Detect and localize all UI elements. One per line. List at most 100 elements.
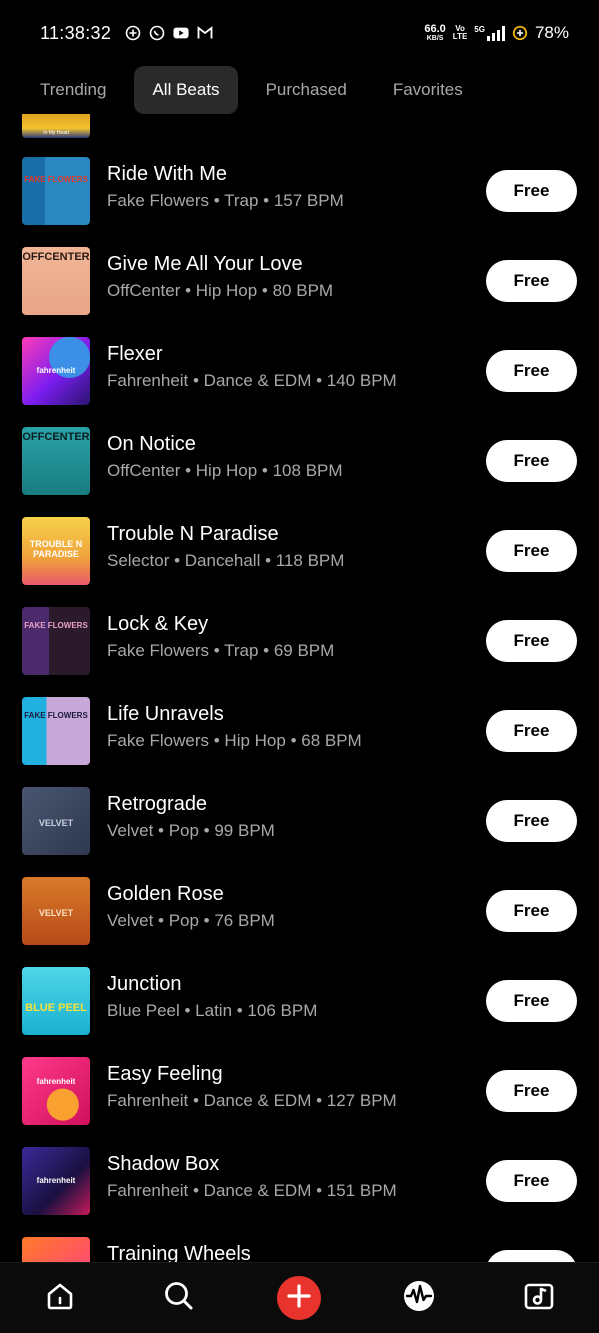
- free-button[interactable]: Free: [486, 1070, 577, 1112]
- beat-info: Easy Feeling Fahrenheit • Dance & EDM • 1…: [107, 1061, 397, 1113]
- beat-info: On Notice OffCenter • Hip Hop • 108 BPM: [107, 431, 343, 483]
- cover-art-label: VELVET: [38, 907, 74, 918]
- beat-row[interactable]: Training Wheels Free: [0, 1226, 599, 1262]
- free-button[interactable]: Free: [486, 890, 577, 932]
- beat-row[interactable]: fahrenheit Easy Feeling Fahrenheit • Dance…: [0, 1046, 599, 1136]
- volte-bottom: LTE: [452, 32, 468, 41]
- beat-subtitle: Selector • Dancehall • 118 BPM: [107, 551, 345, 570]
- whatsapp-icon: [149, 25, 165, 41]
- status-bar: 11:38:32 66.0 KB/S Vo LTE 5G 78%: [0, 0, 599, 66]
- beat-row[interactable]: FAKE FLOWERS Ride With Me Fake Flowers • T…: [0, 146, 599, 236]
- cover-art-label: FAKE FLOWERS: [24, 620, 88, 630]
- free-button[interactable]: Free: [486, 440, 577, 482]
- beat-title: Shadow Box: [107, 1153, 220, 1175]
- beat-info: Golden Rose Velvet • Pop • 76 BPM: [107, 881, 275, 933]
- beat-title: Retrograde: [107, 793, 208, 815]
- beat-info: Lock & Key Fake Flowers • Trap • 69 BPM: [107, 611, 334, 663]
- net-speed-value: 66.0: [424, 22, 446, 35]
- beat-row[interactable]: fahrenheit Shadow Box Fahrenheit • Dance &…: [0, 1136, 599, 1226]
- beat-cover-art[interactable]: fahrenheit: [22, 1147, 90, 1215]
- beat-subtitle: Fake Flowers • Hip Hop • 68 BPM: [107, 731, 362, 750]
- youtube-icon: [173, 25, 189, 41]
- beat-title: Flexer: [107, 343, 163, 365]
- cover-art-label: fahrenheit: [36, 365, 76, 375]
- beat-cover-art[interactable]: VELVET: [22, 787, 90, 855]
- beat-cover-art[interactable]: fahrenheit: [22, 337, 90, 405]
- free-button[interactable]: Free: [486, 260, 577, 302]
- beat-info: Shadow Box Fahrenheit • Dance & EDM • 151…: [107, 1151, 397, 1203]
- free-button[interactable]: Free: [486, 1250, 577, 1262]
- notification-icons: [125, 25, 213, 41]
- beat-subtitle: Fahrenheit • Dance & EDM • 140 BPM: [107, 371, 397, 390]
- beat-row[interactable]: OFFCENTER Give Me All Your Love OffCenter …: [0, 236, 599, 326]
- beat-title: Give Me All Your Love: [107, 253, 303, 275]
- beat-row[interactable]: fahrenheit Flexer Fahrenheit • Dance & EDM…: [0, 326, 599, 416]
- free-button[interactable]: Free: [486, 800, 577, 842]
- beat-subtitle: Blue Peel • Latin • 106 BPM: [107, 1001, 318, 1020]
- beat-row[interactable]: VELVET Retrograde Velvet • Pop • 99 BPM Fre…: [0, 776, 599, 866]
- beat-cover-art[interactable]: TROUBLE N PARADISE: [22, 517, 90, 585]
- home-icon: [44, 1280, 76, 1317]
- beat-cover-art[interactable]: FAKE FLOWERS: [22, 607, 90, 675]
- free-button[interactable]: Free: [486, 620, 577, 662]
- beat-cover-art[interactable]: BLUE PEEL: [22, 967, 90, 1035]
- beat-subtitle: Fake Flowers • Trap • 69 BPM: [107, 641, 335, 660]
- cover-art-label: VELVET: [38, 817, 74, 828]
- nav-library[interactable]: [517, 1276, 561, 1320]
- beat-subtitle: Fahrenheit • Dance & EDM • 151 BPM: [107, 1181, 397, 1200]
- partial-row-art[interactable]: In My Head: [22, 114, 90, 138]
- beat-cover-art[interactable]: OFFCENTER: [22, 247, 90, 315]
- cover-art-label: FAKE FLOWERS: [24, 174, 88, 184]
- battery-percent: 78%: [534, 23, 569, 42]
- beat-info: Give Me All Your Love OffCenter • Hip Hop…: [107, 251, 333, 303]
- beat-cover-art[interactable]: [22, 1237, 90, 1262]
- beat-row[interactable]: FAKE FLOWERS Life Unravels Fake Flowers • …: [0, 686, 599, 776]
- nav-add-button[interactable]: [277, 1276, 321, 1320]
- beat-tabs: Trending All Beats Purchased Favorites: [0, 66, 599, 114]
- beat-cover-art[interactable]: OFFCENTER: [22, 427, 90, 495]
- tab-purchased[interactable]: Purchased: [248, 66, 365, 114]
- nav-search[interactable]: [157, 1276, 201, 1320]
- beat-row[interactable]: TROUBLE N PARADISE Trouble N Paradise Sele…: [0, 506, 599, 596]
- signal-icon: [486, 25, 505, 41]
- tab-favorites[interactable]: Favorites: [375, 66, 481, 114]
- free-button[interactable]: Free: [486, 1160, 577, 1202]
- bottom-nav: [0, 1262, 599, 1333]
- beat-info: Retrograde Velvet • Pop • 99 BPM: [107, 791, 275, 843]
- beat-row[interactable]: BLUE PEEL Junction Blue Peel • Latin • 106…: [0, 956, 599, 1046]
- nav-waveform[interactable]: [397, 1276, 441, 1320]
- search-icon: [162, 1279, 196, 1318]
- free-button[interactable]: Free: [486, 710, 577, 752]
- cover-art-label: fahrenheit: [36, 1077, 76, 1087]
- beat-info: Flexer Fahrenheit • Dance & EDM • 140 BPM: [107, 341, 397, 393]
- tab-all-beats[interactable]: All Beats: [134, 66, 238, 114]
- beat-cover-art[interactable]: FAKE FLOWERS: [22, 697, 90, 765]
- beat-cover-art[interactable]: FAKE FLOWERS: [22, 157, 90, 225]
- beat-subtitle: Fake Flowers • Trap • 157 BPM: [107, 191, 344, 210]
- tab-trending[interactable]: Trending: [22, 66, 124, 114]
- beat-cover-art[interactable]: VELVET: [22, 877, 90, 945]
- beat-title: Life Unravels: [107, 703, 224, 725]
- beat-subtitle: OffCenter • Hip Hop • 80 BPM: [107, 281, 334, 300]
- free-button[interactable]: Free: [486, 170, 577, 212]
- cover-art-label: OFFCENTER: [22, 431, 90, 444]
- cover-art-label: TROUBLE N PARADISE: [29, 538, 83, 559]
- beat-title: On Notice: [107, 433, 196, 455]
- free-button[interactable]: Free: [486, 350, 577, 392]
- free-button[interactable]: Free: [486, 980, 577, 1022]
- nav-home[interactable]: [38, 1276, 82, 1320]
- beat-title: Junction: [107, 973, 182, 995]
- beat-row[interactable]: OFFCENTER On Notice OffCenter • Hip Hop • …: [0, 416, 599, 506]
- free-button[interactable]: Free: [486, 530, 577, 572]
- beats-list[interactable]: In My Head FAKE FLOWERS Ride With Me Fake …: [0, 114, 599, 1262]
- beat-row[interactable]: FAKE FLOWERS Lock & Key Fake Flowers • Tra…: [0, 596, 599, 686]
- beat-info: Training Wheels: [107, 1241, 251, 1262]
- beat-title: Lock & Key: [107, 613, 209, 635]
- beat-subtitle: Velvet • Pop • 99 BPM: [107, 821, 275, 840]
- beat-row[interactable]: VELVET Golden Rose Velvet • Pop • 76 BPM Fr…: [0, 866, 599, 956]
- beat-cover-art[interactable]: fahrenheit: [22, 1057, 90, 1125]
- cover-art-label: OFFCENTER: [22, 251, 90, 264]
- pin-notification-icon: [125, 25, 141, 41]
- volte-indicator: Vo LTE: [453, 25, 468, 41]
- cover-art-label: fahrenheit: [36, 1175, 76, 1185]
